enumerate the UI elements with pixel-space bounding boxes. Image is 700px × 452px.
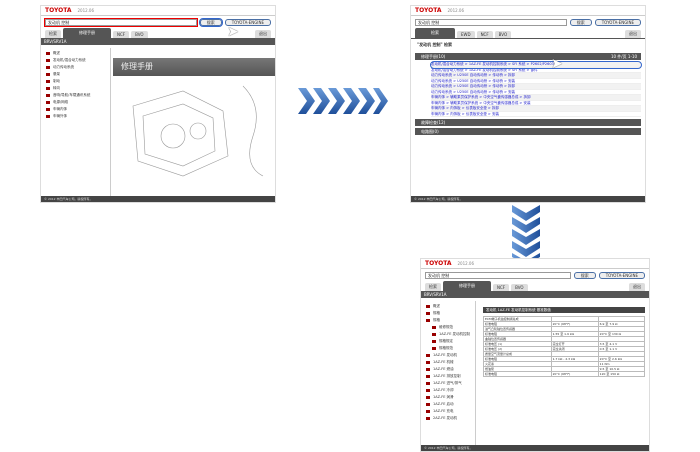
date: 2012.06 [77, 8, 95, 13]
result-row[interactable]: 车辆内饰 > 内饰板 > 仪表板安全垫 > 安装 [431, 112, 641, 117]
footer: © 2012 丰田汽车公司。版权所有。 [41, 196, 275, 202]
footer: © 2012 丰田汽车公司。版权所有。 [411, 196, 645, 202]
tree-item[interactable]: 1AZ-FE 启动 [423, 401, 473, 408]
tree-item[interactable]: 1AZ-FE 冷却 [423, 387, 473, 394]
tab-ncf[interactable]: NCF [476, 31, 493, 38]
tab-bvo[interactable]: BVO [511, 284, 528, 291]
tree-item[interactable]: 1AZ-FE 充电 [423, 408, 473, 415]
tree-item[interactable]: 规格规定 [429, 338, 473, 345]
sidebar-item[interactable]: 制动 [43, 78, 108, 85]
tree-item[interactable]: 规格 [423, 317, 473, 324]
manual-banner: 修理手册 [113, 58, 275, 76]
sidebar-item[interactable]: 概述 [43, 50, 108, 57]
tab-manual[interactable]: 修理手册 [63, 28, 111, 38]
date: 2012.06 [457, 261, 475, 266]
search-input[interactable]: 发动机 控制 [44, 18, 198, 27]
engine-illustration [132, 85, 264, 177]
table-row: 标准电阻 20°C (68°F) 120 至 150 Ω [483, 371, 646, 377]
page-info: 10 件/页 1-10 [610, 54, 637, 59]
sidebar-item[interactable]: 车辆内饰 [43, 106, 108, 113]
search-button[interactable]: 搜索 [573, 272, 596, 279]
spec-table: ECM端子机油控制阀总成 标准电阻 20°C (68°F) 6.9 至 7.9 Ω 进气… [483, 316, 646, 377]
detail-title: 发动机 1AZ-FE 发动机控制系统 基准数值 [483, 307, 645, 313]
search-input[interactable]: 发动机 控制 [425, 272, 571, 279]
table-cell: 20°C (68°F) [550, 371, 599, 377]
tree-item[interactable]: 2AZ-FE 发动机 [423, 415, 473, 422]
extra-button[interactable]: TOYOTA-ENGINE [598, 272, 645, 279]
tab-bvo[interactable]: BVO [131, 31, 148, 38]
sidebar-title: BRV/SRV1A [421, 291, 649, 298]
right-arrows-icon [298, 88, 388, 114]
result-list: 发动机/混合动力系统 > 1AZ-FE 发动机控制系统 > SFI 系统 > P… [411, 61, 645, 117]
toyota-logo: TOYOTA [415, 7, 442, 14]
tab-manual[interactable]: 修理手册 [443, 281, 491, 291]
sidebar-item[interactable]: 音响/导航/车载通讯系统 [43, 92, 108, 99]
section-wiring[interactable]: 电路图(0) [415, 128, 641, 135]
toyota-logo: TOYOTA [45, 7, 72, 14]
tab-search[interactable]: 检索 [425, 283, 441, 291]
exit-button[interactable]: 退出 [625, 30, 641, 38]
tab-ewd[interactable]: EWD [457, 31, 475, 38]
section-manual[interactable]: 修理手册(10) [421, 53, 445, 60]
screenshot-search: TOYOTA 2012.06 发动机 控制 搜索 TOYOTA-ENGINE 检索 修理… [40, 5, 276, 203]
mouse-cursor-icon: ➤ [551, 56, 563, 72]
search-input[interactable]: 发动机 控制 [415, 19, 567, 26]
sidebar-item[interactable]: 悬架 [43, 71, 108, 78]
toyota-logo: TOYOTA [425, 260, 452, 267]
sidebar-item[interactable]: 转向 [43, 85, 108, 92]
tree-item[interactable]: 规格规范 [429, 345, 473, 352]
exit-button[interactable]: 退出 [255, 30, 271, 38]
tab-bvo[interactable]: BVO [494, 31, 512, 38]
sidebar-item[interactable]: 电源/网络 [43, 99, 108, 106]
table-cell: 标准电阻 [483, 371, 552, 377]
search-button[interactable]: 搜索 [198, 18, 223, 27]
tree-item[interactable]: 1AZ-FE 发动机 [423, 352, 473, 359]
tree-sidebar: 概述 规格 规格 维修规范 1AZ-FE 发动机控制 规格规定 规格规范 1AZ-FE 发动机… [421, 301, 476, 445]
exit-button[interactable]: 退出 [629, 283, 645, 291]
section-diagnosis[interactable]: 故障检查(12) [415, 119, 641, 126]
tree-item[interactable]: 1AZ-FE 进气/排气 [423, 380, 473, 387]
tree-item[interactable]: 概述 [423, 303, 473, 310]
screenshot-detail: TOYOTA 2012.06 发动机 控制 搜索 TOYOTA-ENGINE 检索 修理… [420, 258, 650, 452]
tree-item[interactable]: 1AZ-FE 排放控制 [423, 373, 473, 380]
footer: © 2012 丰田汽车公司。版权所有。 [421, 445, 649, 451]
tree-item[interactable]: 1AZ-FE 燃油 [423, 366, 473, 373]
tab-ncf[interactable]: NCF [113, 31, 130, 38]
screenshot-results: TOYOTA 2012.06 发动机 控制 搜索 TOYOTA-ENGINE 检索 EW… [410, 5, 646, 203]
down-arrows-icon [512, 205, 540, 265]
date: 2012.06 [447, 8, 465, 13]
results-title: "发动机 控制" 检索 [411, 38, 645, 51]
tree-item[interactable]: 1AZ-FE 发动机控制 [429, 331, 473, 338]
sidebar-item[interactable]: 发动机/混合动力系统 [43, 57, 108, 64]
tab-search[interactable]: 检索 [415, 28, 455, 38]
sidebar: 概述 发动机/混合动力系统 动力传动系统 悬架 制动 转向 音响/导航/车载通讯系统 电源/网… [41, 48, 111, 196]
tree-item[interactable]: 规格 [423, 310, 473, 317]
sidebar-item[interactable]: 动力传动系统 [43, 64, 108, 71]
table-cell: 120 至 150 Ω [597, 371, 646, 377]
mouse-cursor-icon: ➤ [227, 24, 239, 40]
sidebar-item[interactable]: 车辆外饰 [43, 113, 108, 120]
tab-search[interactable]: 检索 [45, 30, 61, 38]
search-button[interactable]: 搜索 [569, 19, 592, 26]
sidebar-title: BRV/SRV1A [41, 38, 275, 45]
tree-item[interactable]: 1AZ-FE 润滑 [423, 394, 473, 401]
tree-item[interactable]: 1AZ-FE 机械 [423, 359, 473, 366]
tab-ncf[interactable]: NCF [493, 284, 510, 291]
extra-button[interactable]: TOYOTA-ENGINE [594, 19, 641, 26]
tree-item[interactable]: 维修规范 [429, 324, 473, 331]
